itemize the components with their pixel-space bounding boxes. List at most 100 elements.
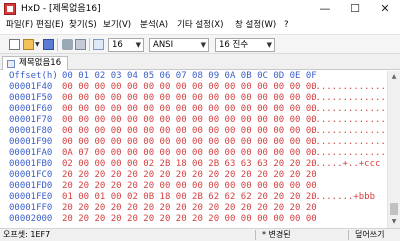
row-offset: 00001FA0 [9,148,53,158]
document-icon [7,60,15,68]
row-offset: 00001FD0 [9,181,53,191]
row-offset: 00001FF0 [9,203,53,213]
row-decoded-text: ................ [310,104,397,114]
charset-select[interactable]: ANSI ▼ [149,38,209,52]
status-offset: 오프셋: 1EF7 [3,230,51,239]
row-offset: 00001FB0 [9,159,53,169]
window-title: HxD - [제목없음16] [21,4,101,14]
row-offset: 00001F90 [9,137,53,147]
status-divider [255,230,256,240]
row-decoded-text: ................ [310,148,397,158]
row-decoded-text: ................ [310,93,397,103]
hex-row[interactable]: 00001FA0 0A 07 00 00 00 00 00 00 00 00 00… [0,148,397,159]
row-hex-bytes: 02 00 00 00 00 02 2B 18 00 2B 63 63 63 2… [62,159,317,169]
row-hex-bytes: 20 20 20 20 20 20 20 20 20 20 20 20 20 2… [62,203,317,213]
row-offset: 00001F80 [9,126,53,136]
cut-icon[interactable] [62,39,73,50]
menu-search[interactable]: 찾기(S) [69,19,97,32]
row-hex-bytes: 00 00 00 00 00 00 00 00 00 00 00 00 00 0… [62,104,317,114]
scroll-up-icon[interactable]: ▲ [388,71,400,83]
offset-base-value: 16 진수 [219,40,249,50]
hex-row[interactable]: 00001FE0 01 00 01 00 02 0B 18 00 2B 62 62… [0,192,387,203]
row-offset: 00001F70 [9,115,53,125]
row-hex-bytes: 00 00 00 00 00 00 00 00 00 00 00 00 00 0… [62,82,317,92]
charset-value: ANSI [153,40,174,50]
hex-row[interactable]: 00001F80 00 00 00 00 00 00 00 00 00 00 00… [0,126,397,137]
row-hex-bytes: 00 00 00 00 00 00 00 00 00 00 00 00 00 0… [62,93,317,103]
bytes-per-row-value: 16 [112,40,123,50]
hxd-app-icon [4,3,16,15]
hex-row[interactable]: 00001FC0 20 20 20 20 20 20 20 20 20 20 20… [0,170,387,181]
row-offset: 00001F50 [9,93,53,103]
new-file-icon[interactable] [9,39,20,50]
title-bar: HxD - [제목없음16] — ☐ ✕ [0,0,400,18]
document-tab-label: 제목없음16 [19,58,62,68]
view-mode-icon[interactable] [93,39,104,50]
copy-icon[interactable] [75,39,86,50]
bytes-per-row-select[interactable]: 16 ▼ [108,38,144,52]
offset-header: Offset(h) [9,71,58,81]
row-offset: 00001FC0 [9,170,53,180]
chevron-down-icon: ▼ [266,41,272,49]
close-icon[interactable]: ✕ [370,0,400,18]
row-hex-bytes: 00 00 00 00 00 00 00 00 00 00 00 00 00 0… [62,115,317,125]
maximize-icon[interactable]: ☐ [340,0,370,18]
menu-edit[interactable]: 편집(E) [36,19,64,32]
hex-column-header: 00 01 02 03 04 05 06 07 08 09 0A 0B 0C 0… [62,71,317,81]
hex-row[interactable]: 00001F40 00 00 00 00 00 00 00 00 00 00 00… [0,82,397,93]
hex-row[interactable]: 00001FF0 20 20 20 20 20 20 20 20 20 20 20… [0,203,387,214]
hex-row[interactable]: 00001FB0 02 00 00 00 00 02 2B 18 00 2B 63… [0,159,387,170]
status-divider [348,230,349,240]
scroll-thumb[interactable] [390,203,398,215]
open-dropdown-icon[interactable]: ▼ [35,41,40,48]
row-decoded-text: ................ [310,115,397,125]
vertical-scrollbar[interactable]: ▲ ▼ [387,71,400,228]
hex-row[interactable]: 00002000 20 20 20 20 20 20 20 20 20 20 00… [0,214,387,225]
row-offset: 00001FE0 [9,192,53,202]
row-decoded-text: ......+..+ccc [310,159,381,169]
chevron-down-icon: ▼ [200,41,206,49]
hex-row[interactable]: 00001FD0 20 20 20 20 20 20 00 00 00 00 00… [0,181,387,192]
offset-base-select[interactable]: 16 진수 ▼ [215,38,275,52]
menu-analysis[interactable]: 분석(A) [140,19,168,32]
row-hex-bytes: 00 00 00 00 00 00 00 00 00 00 00 00 00 0… [62,137,317,147]
toolbar-divider [89,38,90,51]
row-offset: 00002000 [9,214,53,224]
row-hex-bytes: 00 00 00 00 00 00 00 00 00 00 00 00 00 0… [62,126,317,136]
hex-row[interactable]: 00001F90 00 00 00 00 00 00 00 00 00 00 00… [0,137,397,148]
document-tab-bar: 제목없음16 [0,54,400,70]
save-icon[interactable] [43,39,54,50]
status-mode[interactable]: 덮어쓰기 [355,229,384,241]
status-bar: 오프셋: 1EF7 * 변경된 덮어쓰기 [0,228,400,241]
row-decoded-text: ................ [310,137,397,147]
hex-row[interactable]: 00001F50 00 00 00 00 00 00 00 00 00 00 00… [0,93,397,104]
minimize-icon[interactable]: — [310,0,340,18]
row-hex-bytes: 01 00 01 00 02 0B 18 00 2B 62 62 62 20 2… [62,192,317,202]
hex-row[interactable]: 00001F70 00 00 00 00 00 00 00 00 00 00 00… [0,115,397,126]
row-decoded-text: ................ [310,82,397,92]
hex-header-row: Offset(h) 00 01 02 03 04 05 06 07 08 09 … [0,71,387,82]
menu-help[interactable]: ? [284,19,289,32]
menu-bar: 파일(F) 편집(E) 찾기(S) 보기(V) 분석(A) 기타 설정(X) 창… [0,18,400,34]
toolbar-divider [57,38,58,51]
toolbar: ▼ 16 ▼ ANSI ▼ 16 진수 ▼ [0,34,400,54]
open-folder-icon[interactable] [23,39,34,50]
menu-extras[interactable]: 기타 설정(X) [177,19,223,32]
row-offset: 00001F60 [9,104,53,114]
hex-editor[interactable]: Offset(h) 00 01 02 03 04 05 06 07 08 09 … [0,71,397,228]
menu-window[interactable]: 창 설정(W) [235,19,276,32]
document-tab[interactable]: 제목없음16 [2,56,69,70]
row-decoded-text: ................ [310,126,397,136]
scroll-down-icon[interactable]: ▼ [388,216,400,228]
row-hex-bytes: 20 20 20 20 20 20 00 00 00 00 00 00 00 0… [62,181,317,191]
row-hex-bytes: 20 20 20 20 20 20 20 20 20 20 00 00 00 0… [62,214,317,224]
row-hex-bytes: 0A 07 00 00 00 00 00 00 00 00 00 00 00 0… [62,148,317,158]
menu-view[interactable]: 보기(V) [103,19,131,32]
row-decoded-text: ........+bbb [310,192,376,202]
row-offset: 00001F40 [9,82,53,92]
chevron-down-icon: ▼ [135,41,141,49]
hex-row[interactable]: 00001F60 00 00 00 00 00 00 00 00 00 00 00… [0,104,397,115]
status-change: * 변경된 [262,230,291,239]
row-hex-bytes: 20 20 20 20 20 20 20 20 20 20 20 20 20 2… [62,170,317,180]
menu-file[interactable]: 파일(F) [6,19,33,32]
